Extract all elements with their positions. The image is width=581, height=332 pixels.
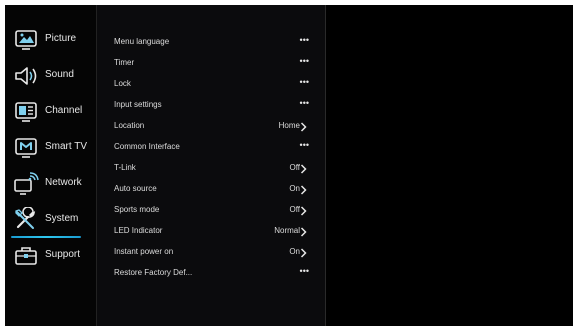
sidebar-item-label: Support [45,249,81,260]
row-label: Location [114,121,145,130]
row-label: Restore Factory Def... [114,268,193,277]
menu-row-restore-factory-default[interactable]: Restore Factory Def... ••• [97,264,325,284]
menu-row-location[interactable]: Location Home [97,117,325,137]
sidebar-item-picture[interactable]: Picture [5,27,96,63]
more-icon: ••• [299,35,309,45]
system-settings-panel: Menu language ••• Timer ••• Lock ••• Inp… [97,5,325,326]
menu-row-t-link[interactable]: T-Link Off [97,159,325,179]
system-icon [13,207,39,233]
sidebar-item-sound[interactable]: Sound [5,63,96,99]
row-label: Instant power on [114,247,174,256]
row-label: LED Indicator [114,226,163,235]
more-icon: ••• [299,77,309,87]
settings-sidebar: Picture Sound Channel Smart TV Network S… [5,5,96,326]
sidebar-item-system[interactable]: System [5,207,96,243]
row-label: T-Link [114,163,136,172]
picture-icon [13,27,39,53]
support-icon [13,243,39,269]
sidebar-item-label: Network [45,177,82,188]
more-icon: ••• [299,98,309,108]
sidebar-item-smart-tv[interactable]: Smart TV [5,135,96,171]
sidebar-item-channel[interactable]: Channel [5,99,96,135]
smart-tv-icon [13,135,39,161]
sidebar-item-label: Picture [45,33,77,44]
panel-divider [325,5,326,326]
more-icon: ••• [299,140,309,150]
menu-row-menu-language[interactable]: Menu language ••• [97,33,325,53]
sidebar-item-label: Smart TV [45,141,88,152]
channel-icon [13,99,39,125]
row-label: Input settings [114,100,162,109]
menu-row-lock[interactable]: Lock ••• [97,75,325,95]
menu-row-led-indicator[interactable]: LED Indicator Normal [97,222,325,242]
row-label: Common Interface [114,142,180,151]
menu-row-sports-mode[interactable]: Sports mode Off [97,201,325,221]
sidebar-item-label: Sound [45,69,74,80]
row-label: Sports mode [114,205,160,214]
menu-row-common-interface[interactable]: Common Interface ••• [97,138,325,158]
menu-row-instant-power-on[interactable]: Instant power on On [97,243,325,263]
chevron-right-icon [299,227,308,237]
menu-row-auto-source[interactable]: Auto source On [97,180,325,200]
chevron-right-icon [299,185,308,195]
sidebar-item-network[interactable]: Network [5,171,96,207]
row-value: Home [278,121,300,130]
more-icon: ••• [299,56,309,66]
chevron-right-icon [299,248,308,258]
chevron-right-icon [299,122,308,132]
sidebar-item-label: System [45,213,79,224]
selection-indicator [11,236,81,238]
sidebar-item-label: Channel [45,105,83,116]
more-icon: ••• [299,266,309,276]
row-label: Auto source [114,184,157,193]
row-label: Lock [114,79,131,88]
menu-row-input-settings[interactable]: Input settings ••• [97,96,325,116]
sound-icon [13,63,39,89]
chevron-right-icon [299,164,308,174]
network-icon [13,171,39,197]
row-label: Timer [114,58,135,67]
sidebar-item-support[interactable]: Support [5,243,96,279]
row-value: Normal [274,226,300,235]
chevron-right-icon [299,206,308,216]
row-label: Menu language [114,37,170,46]
menu-row-timer[interactable]: Timer ••• [97,54,325,74]
tv-settings-screen: Picture Sound Channel Smart TV Network S… [5,5,573,326]
